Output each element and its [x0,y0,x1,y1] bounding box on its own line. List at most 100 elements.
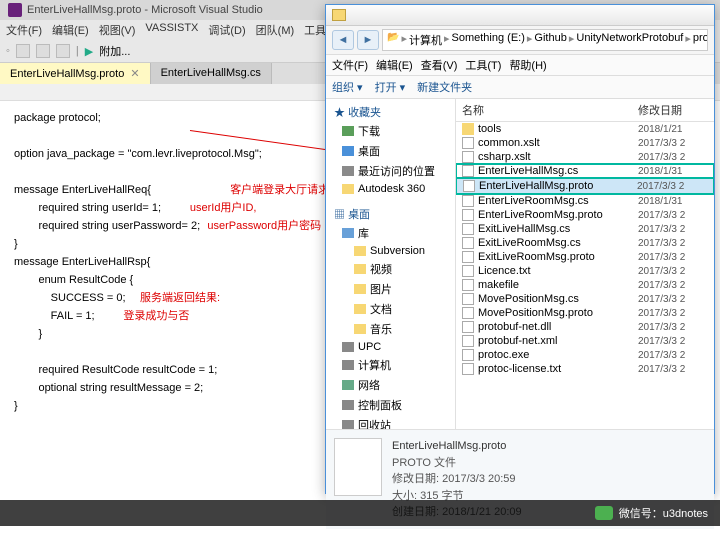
tree-downloads[interactable]: 下载 [328,121,453,141]
file-row[interactable]: EnterLiveRoomMsg.cs2018/1/31 [456,194,714,208]
detail-modified: 修改日期: 2017/3/3 20:59 [392,471,522,488]
menu-file[interactable]: 文件(F) [6,22,42,38]
open-button[interactable]: 打开 ▾ [375,79,406,95]
tree-control[interactable]: 控制面板 [328,395,453,415]
file-row[interactable]: csharp.xslt2017/3/3 2 [456,150,714,164]
vs-title-text: EnterLiveHallMsg.proto - Microsoft Visua… [27,4,263,16]
file-row[interactable]: protoc-license.txt2017/3/3 2 [456,362,714,376]
address-breadcrumb[interactable]: 📂 ▸计算机▸Something (E:)▸Github▸UnityNetwor… [382,29,708,51]
tree-upc[interactable]: UPC [328,339,453,355]
wechat-icon [595,506,613,520]
file-icon [462,335,474,347]
file-row[interactable]: Licence.txt2017/3/3 2 [456,264,714,278]
file-date: 2017/3/3 2 [638,152,708,163]
menu-debug[interactable]: 调试(D) [208,22,245,38]
exp-menu-help[interactable]: 帮助(H) [509,57,546,73]
file-date: 2018/1/31 [638,166,708,177]
menu-vassistx[interactable]: VASSISTX [145,22,198,38]
file-name: EnterLiveRoomMsg.cs [478,195,638,207]
file-name: makefile [478,279,638,291]
file-date: 2017/3/3 2 [638,364,708,375]
file-name: protoc-license.txt [478,363,638,375]
file-name: Licence.txt [478,265,638,277]
file-icon [462,363,474,375]
file-icon [462,307,474,319]
tab-cs-file[interactable]: EnterLiveHallMsg.cs [151,63,272,84]
tree-desktop[interactable]: 桌面 [328,141,453,161]
exp-menu-tools[interactable]: 工具(T) [465,57,501,73]
exp-menu-view[interactable]: 查看(V) [421,57,458,73]
close-icon[interactable]: ✕ [130,68,139,80]
play-icon: ▶ [85,45,93,58]
exp-menu-file[interactable]: 文件(F) [332,57,368,73]
file-row[interactable]: tools2018/1/21 [456,122,714,136]
toolbar-button[interactable] [56,44,70,58]
file-date: 2017/3/3 2 [638,210,708,221]
file-row[interactable]: protobuf-net.xml2017/3/3 2 [456,334,714,348]
file-date: 2017/3/3 2 [638,224,708,235]
back-button[interactable]: ◄ [332,30,354,50]
file-row[interactable]: protobuf-net.dll2017/3/3 2 [456,320,714,334]
file-row[interactable]: makefile2017/3/3 2 [456,278,714,292]
tree-autodesk[interactable]: Autodesk 360 [328,181,453,197]
file-name: EnterLiveRoomMsg.proto [478,209,638,221]
tree-computer[interactable]: 计算机 [328,355,453,375]
toolbar-button[interactable] [36,44,50,58]
file-icon [462,265,474,277]
menu-view[interactable]: 视图(V) [99,22,136,38]
file-icon [462,209,474,221]
tree-libraries[interactable]: 库 [328,223,453,243]
file-row[interactable]: ExitLiveHallMsg.cs2017/3/3 2 [456,222,714,236]
tree-pic[interactable]: 图片 [328,279,453,299]
file-date: 2017/3/3 2 [638,322,708,333]
menu-edit[interactable]: 编辑(E) [52,22,89,38]
forward-button[interactable]: ► [357,30,379,50]
file-row[interactable]: EnterLiveHallMsg.proto2017/3/3 2 [456,178,714,194]
tree-doc[interactable]: 文档 [328,299,453,319]
file-icon [462,165,474,177]
desktop-header[interactable]: ▦ 桌面 [328,205,453,223]
file-row[interactable]: MovePositionMsg.cs2017/3/3 2 [456,292,714,306]
tree-svn[interactable]: Subversion [328,243,453,259]
tree-recent[interactable]: 最近访问的位置 [328,161,453,181]
file-date: 2017/3/3 2 [638,294,708,305]
file-date: 2018/1/31 [638,196,708,207]
file-date: 2017/3/3 2 [638,336,708,347]
exp-menu-edit[interactable]: 编辑(E) [376,57,413,73]
file-date: 2018/1/21 [638,124,708,135]
file-thumbnail [334,438,382,496]
organize-button[interactable]: 组织 ▾ [332,79,363,95]
file-row[interactable]: ExitLiveRoomMsg.proto2017/3/3 2 [456,250,714,264]
file-icon [462,251,474,263]
menu-team[interactable]: 团队(M) [256,22,295,38]
column-headers[interactable]: 名称 修改日期 [456,99,714,122]
col-date[interactable]: 修改日期 [638,102,708,118]
attach-button[interactable]: 附加... [99,43,130,59]
file-name: protoc.exe [478,349,638,361]
nav-back-button[interactable] [16,44,30,58]
file-date: 2017/3/3 2 [638,280,708,291]
file-name: ExitLiveRoomMsg.proto [478,251,638,263]
detail-filename: EnterLiveHallMsg.proto [392,438,522,455]
file-explorer-window: ◄ ► 📂 ▸计算机▸Something (E:)▸Github▸UnityNe… [325,4,715,494]
file-icon [462,223,474,235]
favorites-header[interactable]: ★ 收藏夹 [328,103,453,121]
tab-proto-file[interactable]: EnterLiveHallMsg.proto✕ [0,63,151,84]
file-name: EnterLiveHallMsg.proto [479,180,637,192]
tree-recycle[interactable]: 回收站 [328,415,453,429]
tree-network[interactable]: 网络 [328,375,453,395]
file-row[interactable]: common.xslt2017/3/3 2 [456,136,714,150]
col-name[interactable]: 名称 [462,102,638,118]
tree-video[interactable]: 视频 [328,259,453,279]
file-row[interactable]: EnterLiveHallMsg.cs2018/1/31 [456,164,714,178]
explorer-toolbar: 组织 ▾ 打开 ▾ 新建文件夹 [326,76,714,99]
new-folder-button[interactable]: 新建文件夹 [417,79,472,95]
file-row[interactable]: protoc.exe2017/3/3 2 [456,348,714,362]
file-row[interactable]: ExitLiveRoomMsg.cs2017/3/3 2 [456,236,714,250]
vs-logo-icon [8,3,22,17]
explorer-titlebar[interactable] [326,5,714,26]
file-row[interactable]: EnterLiveRoomMsg.proto2017/3/3 2 [456,208,714,222]
file-row[interactable]: MovePositionMsg.proto2017/3/3 2 [456,306,714,320]
tree-music[interactable]: 音乐 [328,319,453,339]
file-name: ExitLiveRoomMsg.cs [478,237,638,249]
